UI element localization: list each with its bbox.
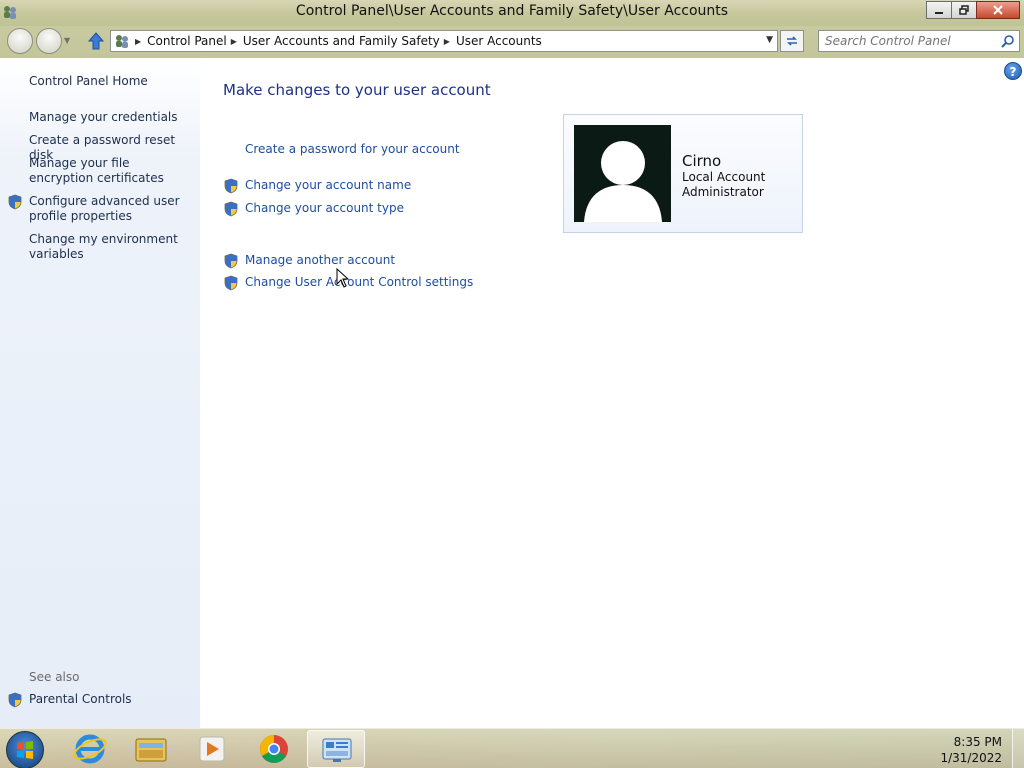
sidebar: Control Panel Home Manage your credentia… [0, 58, 200, 728]
clock-date: 1/31/2022 [940, 751, 1002, 765]
breadcrumb[interactable]: ▶ Control Panel ▶ User Accounts and Fami… [110, 30, 778, 52]
close-button[interactable] [976, 1, 1020, 19]
crumb-separator-icon[interactable]: ▶ [231, 37, 237, 46]
chrome-icon [260, 735, 288, 763]
minimize-button[interactable] [926, 1, 952, 19]
page-title: Make changes to your user account [223, 81, 491, 99]
media-player-icon [199, 736, 225, 762]
user-silhouette-icon [584, 141, 662, 222]
content-area: Control Panel Home Manage your credentia… [0, 58, 1024, 728]
clock-time: 8:35 PM [953, 735, 1002, 749]
avatar [574, 125, 671, 222]
recent-pages-dropdown[interactable]: ▼ [64, 36, 72, 45]
help-icon[interactable]: ? [1004, 62, 1022, 80]
restore-icon [959, 5, 969, 15]
internet-explorer-icon [73, 734, 107, 764]
see-also-label: See also [29, 670, 80, 684]
environment-variables-link[interactable]: Change my environment variables [29, 232, 195, 262]
chrome-taskbar-button[interactable] [245, 730, 303, 768]
control-panel-taskbar-button[interactable] [307, 730, 365, 768]
file-explorer-icon [135, 738, 167, 762]
control-panel-icon [322, 738, 352, 762]
control-panel-home-link[interactable]: Control Panel Home [29, 74, 195, 89]
breadcrumb-control-panel[interactable]: Control Panel [147, 34, 227, 48]
uac-shield-icon [8, 194, 22, 210]
show-desktop-button[interactable] [1012, 729, 1024, 768]
crumb-separator-icon[interactable]: ▶ [444, 37, 450, 46]
change-account-name-link[interactable]: Change your account name [245, 178, 411, 192]
start-button[interactable] [6, 731, 44, 768]
minimize-icon [935, 12, 943, 14]
windows-logo-icon [17, 741, 33, 759]
search-input[interactable] [825, 31, 995, 51]
breadcrumb-user-accounts[interactable]: User Accounts [456, 34, 542, 48]
parental-controls-link[interactable]: Parental Controls [29, 692, 195, 707]
uac-shield-icon [8, 692, 22, 708]
account-kind: Local Account [682, 170, 766, 184]
search-box[interactable] [818, 30, 1020, 52]
control-panel-crumb-icon [116, 35, 128, 48]
manage-credentials-link[interactable]: Manage your credentials [29, 110, 195, 125]
control-panel-window: Control Panel\User Accounts and Family S… [0, 0, 1024, 728]
uac-settings-link[interactable]: Change User Account Control settings [245, 275, 473, 289]
taskbar: 8:35 PM 1/31/2022 [0, 728, 1024, 768]
manage-another-account-link[interactable]: Manage another account [245, 253, 395, 267]
uac-shield-icon [224, 275, 238, 291]
uac-shield-icon [224, 178, 238, 194]
create-password-link[interactable]: Create a password for your account [245, 142, 460, 156]
account-role: Administrator [682, 185, 764, 199]
back-button[interactable] [7, 28, 33, 54]
media-player-taskbar-button[interactable] [183, 730, 241, 768]
address-toolbar: ▼ ▶ Control Panel ▶ User Accounts and Fa… [0, 26, 1024, 58]
user-account-card: Cirno Local Account Administrator [563, 114, 803, 233]
up-arrow-icon[interactable] [86, 31, 106, 51]
crumb-separator-icon[interactable]: ▶ [135, 37, 141, 46]
mouse-cursor-icon [336, 268, 350, 288]
file-encryption-certificates-link[interactable]: Manage your file encryption certificates [29, 156, 195, 186]
change-account-type-link[interactable]: Change your account type [245, 201, 404, 215]
window-controls [926, 1, 1020, 19]
advanced-user-profile-link[interactable]: Configure advanced user profile properti… [29, 194, 195, 224]
user-name: Cirno [682, 152, 722, 170]
uac-shield-icon [224, 253, 238, 269]
maximize-button[interactable] [951, 1, 977, 19]
close-icon [993, 5, 1003, 15]
breadcrumb-user-accounts-family-safety[interactable]: User Accounts and Family Safety [243, 34, 440, 48]
title-bar[interactable]: Control Panel\User Accounts and Family S… [0, 0, 1024, 26]
uac-shield-icon [224, 201, 238, 217]
search-icon[interactable] [1001, 34, 1015, 48]
file-explorer-taskbar-button[interactable] [122, 730, 180, 768]
address-history-dropdown[interactable]: ▼ [766, 35, 773, 45]
window-title: Control Panel\User Accounts and Family S… [295, 3, 729, 19]
system-clock[interactable]: 8:35 PM 1/31/2022 [940, 734, 1002, 766]
forward-button[interactable] [36, 28, 62, 54]
internet-explorer-taskbar-button[interactable] [61, 730, 119, 768]
refresh-icon [787, 36, 797, 46]
refresh-button[interactable] [780, 30, 804, 52]
